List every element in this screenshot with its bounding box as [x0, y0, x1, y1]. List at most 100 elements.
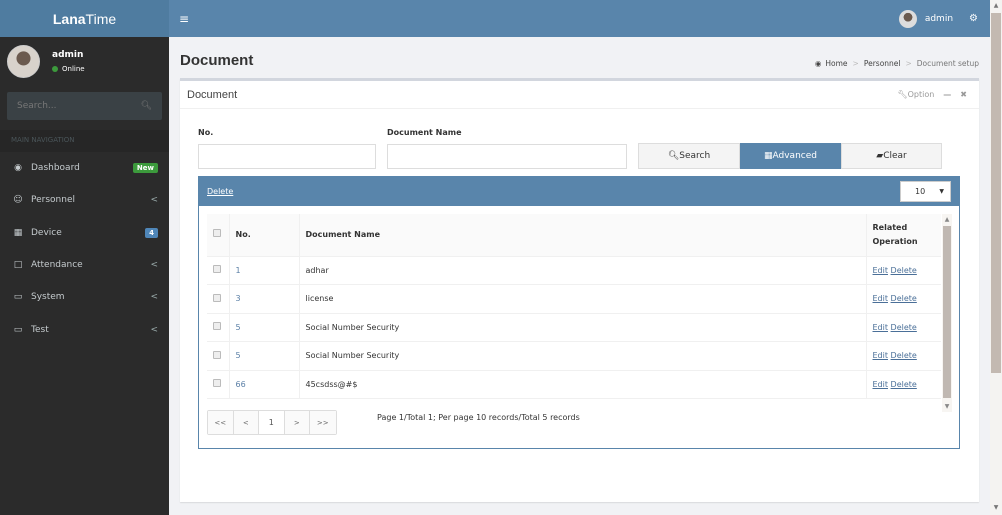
content: Document ◉ Home > Personnel > Document s… — [169, 37, 990, 515]
page-title: Document — [180, 52, 254, 69]
edit-link[interactable]: Edit — [873, 294, 889, 303]
select-all-checkbox[interactable] — [213, 228, 221, 237]
option-label: Option — [907, 90, 935, 99]
breadcrumb-home[interactable]: Home — [825, 59, 847, 68]
delete-link[interactable]: Delete — [891, 266, 917, 275]
chevron-left-icon: < — [150, 324, 158, 335]
app-logo[interactable]: Lana Time — [0, 0, 169, 37]
clear-button[interactable]: ▰ Clear — [841, 143, 942, 169]
dashboard-icon: ◉ — [814, 59, 822, 68]
grid-toolbar: Delete 10 ▼ — [199, 177, 959, 206]
user-status: Online — [52, 65, 85, 73]
column-header-document-name: Document Name — [299, 214, 867, 257]
edit-link[interactable]: Edit — [873, 380, 889, 389]
search-icon[interactable]: 🔍︎ — [141, 101, 152, 111]
scroll-up-icon[interactable]: ▲ — [990, 2, 1002, 9]
sidebar-item-attendance[interactable]: □ Attendance < — [0, 249, 169, 281]
users-icon: ☺ — [13, 195, 23, 206]
sidebar-item-system[interactable]: ▭ System < — [0, 281, 169, 313]
pagination: << < 1 > >> — [207, 410, 337, 435]
delete-link[interactable]: Delete — [891, 294, 917, 303]
row-checkbox[interactable] — [213, 322, 221, 331]
row-checkbox[interactable] — [213, 293, 221, 302]
delete-link[interactable]: Delete — [891, 380, 917, 389]
building-icon: ▦ — [13, 227, 23, 238]
sidebar-item-label: Test — [31, 324, 49, 335]
first-page-button[interactable]: << — [208, 411, 234, 434]
caret-down-icon: ▼ — [939, 188, 944, 195]
cell-no: 3 — [229, 284, 300, 314]
sidebar-item-personnel[interactable]: ☺ Personnel < — [0, 184, 169, 216]
column-header-related-operation: Related Operation — [866, 214, 941, 257]
delete-link[interactable]: Delete — [891, 351, 917, 360]
scroll-thumb[interactable] — [991, 13, 1001, 373]
page-info: Page 1/Total 1; Per page 10 records/Tota… — [377, 413, 580, 422]
note-icon: □ — [13, 260, 23, 271]
scroll-up-icon[interactable]: ▲ — [942, 216, 952, 223]
sidebar-search-input[interactable]: Search... 🔍︎ — [7, 92, 162, 120]
top-navbar: ≡ admin ⚙ — [169, 0, 990, 37]
user-menu[interactable]: admin — [925, 14, 953, 24]
search-button[interactable]: 🔍︎ Search — [638, 143, 740, 169]
wrench-icon: 🔧︎ — [897, 90, 908, 99]
breadcrumb: ◉ Home > Personnel > Document setup — [815, 59, 979, 68]
edit-link[interactable]: Edit — [873, 323, 889, 332]
user-panel: admin Online — [0, 37, 169, 85]
sidebar-item-device[interactable]: ▦ Device 4 — [0, 217, 169, 249]
row-checkbox[interactable] — [213, 379, 221, 388]
row-checkbox[interactable] — [213, 265, 221, 274]
no-input[interactable] — [198, 144, 376, 169]
no-label: No. — [198, 128, 214, 137]
row-checkbox[interactable] — [213, 350, 221, 359]
chevron-left-icon: < — [150, 292, 158, 303]
scroll-down-icon[interactable]: ▼ — [990, 504, 1002, 511]
user-avatar[interactable] — [898, 9, 917, 28]
cell-document-name: license — [299, 284, 867, 314]
new-badge: New — [132, 163, 158, 174]
cell-no: 1 — [229, 256, 300, 285]
nav-header: MAIN NAVIGATION — [0, 130, 169, 152]
laptop-icon: ▭ — [13, 324, 23, 335]
breadcrumb-separator: > — [905, 59, 912, 68]
sidebar-item-test[interactable]: ▭ Test < — [0, 313, 169, 345]
box-header: Document 🔧︎Option — ✖ — [180, 81, 979, 109]
user-name: admin — [52, 49, 84, 60]
table-scrollbar[interactable]: ▲ ▼ — [942, 214, 952, 412]
minimize-icon[interactable]: — — [943, 90, 951, 99]
close-icon[interactable]: ✖ — [960, 90, 967, 99]
breadcrumb-personnel[interactable]: Personnel — [864, 59, 901, 68]
delete-link[interactable]: Delete — [891, 323, 917, 332]
chevron-left-icon: < — [150, 260, 158, 271]
status-text: Online — [62, 64, 85, 73]
edit-link[interactable]: Edit — [873, 266, 889, 275]
current-page[interactable]: 1 — [259, 411, 285, 434]
table-row: 3 license Edit Delete — [207, 284, 941, 314]
last-page-button[interactable]: >> — [310, 411, 336, 434]
sidebar: Lana Time admin Online Search... 🔍︎ MAIN … — [0, 0, 169, 515]
bulk-delete-link[interactable]: Delete — [207, 187, 233, 196]
edit-link[interactable]: Edit — [873, 351, 889, 360]
count-badge: 4 — [145, 227, 158, 238]
menu-toggle-icon[interactable]: ≡ — [179, 12, 189, 26]
per-page-select[interactable]: 10 ▼ — [900, 181, 951, 202]
scroll-down-icon[interactable]: ▼ — [942, 403, 952, 410]
search-icon: 🔍︎ — [667, 151, 680, 161]
scroll-thumb[interactable] — [943, 226, 951, 398]
per-page-value: 10 — [915, 187, 926, 196]
option-button[interactable]: 🔧︎Option — [897, 90, 934, 99]
document-name-input[interactable] — [387, 144, 627, 169]
breadcrumb-current: Document setup — [916, 59, 979, 68]
table-row: 5 Social Number Security Edit Delete — [207, 313, 941, 342]
advanced-button[interactable]: ▦ Advanced — [740, 143, 841, 169]
sidebar-item-dashboard[interactable]: ◉ Dashboard New — [0, 152, 169, 184]
chevron-left-icon: < — [150, 195, 158, 206]
advanced-icon: ▦ — [764, 151, 773, 161]
document-name-label: Document Name — [387, 128, 462, 137]
gears-icon[interactable]: ⚙ — [969, 13, 978, 24]
next-page-button[interactable]: > — [284, 411, 310, 434]
page-scrollbar[interactable]: ▲ ▼ — [990, 0, 1002, 515]
search-button-label: Search — [679, 151, 711, 161]
prev-page-button[interactable]: < — [233, 411, 259, 434]
avatar — [7, 44, 40, 78]
cell-document-name: Social Number Security — [299, 313, 867, 342]
